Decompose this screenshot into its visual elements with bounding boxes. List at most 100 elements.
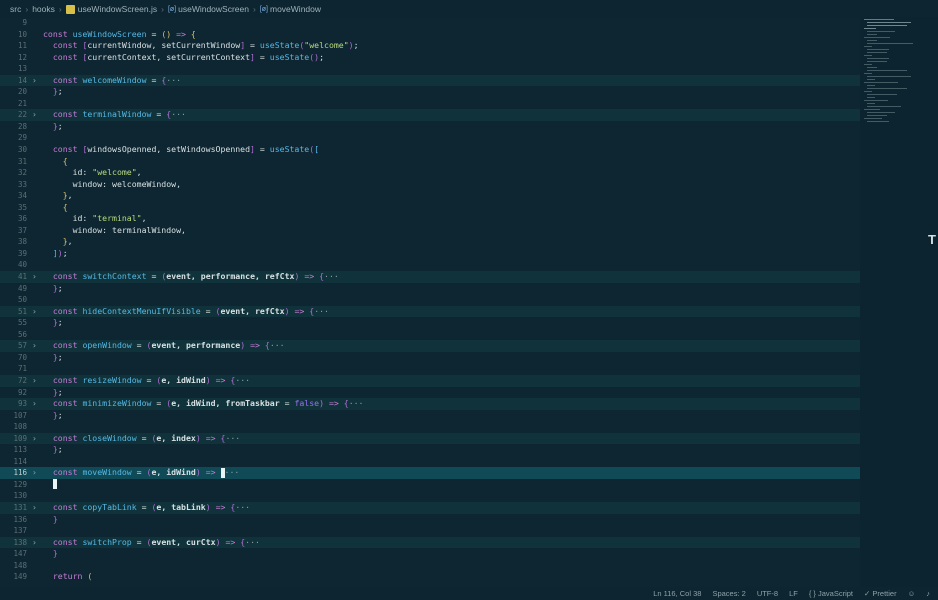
code-text[interactable]: }; [43, 121, 63, 133]
code-line[interactable]: 136 } [0, 514, 860, 526]
language-mode[interactable]: { } JavaScript [809, 589, 853, 598]
line-number[interactable]: 34 [0, 190, 27, 202]
line-number[interactable]: 28 [0, 121, 27, 133]
code-line[interactable]: 72 › const resizeWindow = (e, idWind) => … [0, 374, 860, 387]
line-number[interactable]: 21 [0, 98, 27, 110]
person-icon[interactable]: ☺ [908, 589, 916, 598]
code-line[interactable]: 130 [0, 490, 860, 502]
line-number[interactable]: 93 [0, 398, 27, 410]
code-text[interactable] [43, 479, 57, 491]
code-line[interactable]: 49 }; [0, 283, 860, 295]
code-text[interactable]: const copyTabLink = (e, tabLink) => {··· [43, 502, 250, 514]
code-line[interactable]: 41 › const switchContext = (event, perfor… [0, 271, 860, 283]
code-text[interactable]: return ( [43, 571, 92, 583]
breadcrumb-item-symbol[interactable]: useWindowScreen [178, 4, 249, 14]
fold-chevron-icon[interactable]: › [32, 271, 37, 283]
code-editor[interactable]: 9 10 const useWindowScreen = () => {11 con… [0, 17, 860, 587]
code-line[interactable]: 21 [0, 98, 860, 110]
line-number[interactable]: 148 [0, 560, 27, 572]
code-text[interactable]: const moveWindow = (e, idWind) => ··· [43, 467, 239, 479]
code-text[interactable]: }; [43, 86, 63, 98]
line-number[interactable]: 31 [0, 156, 27, 168]
line-number[interactable]: 29 [0, 132, 27, 144]
code-text[interactable]: }; [43, 410, 63, 422]
code-line[interactable]: 92 }; [0, 387, 860, 399]
code-text[interactable]: const switchProp = (event, curCtx) => {·… [43, 537, 260, 549]
code-line[interactable]: 30 const [windowsOpenned, setWindowsOpen… [0, 144, 860, 156]
code-line[interactable]: 28 }; [0, 121, 860, 133]
code-line[interactable]: 93 › const minimizeWindow = (e, idWind, f… [0, 398, 860, 410]
code-line[interactable]: 55 }; [0, 317, 860, 329]
line-number[interactable]: 57 [0, 340, 27, 352]
code-line[interactable]: 39 ]); [0, 248, 860, 260]
line-number[interactable]: 38 [0, 236, 27, 248]
fold-chevron-icon[interactable]: › [32, 537, 37, 549]
fold-chevron-icon[interactable]: › [32, 75, 37, 87]
line-number[interactable]: 71 [0, 363, 27, 375]
code-line[interactable]: 38 }, [0, 236, 860, 248]
code-line[interactable]: 116 › const moveWindow = (e, idWind) => ·… [0, 467, 860, 479]
code-line[interactable]: 107 }; [0, 410, 860, 422]
line-number[interactable]: 51 [0, 306, 27, 318]
code-line[interactable]: 34 }, [0, 190, 860, 202]
line-number[interactable]: 33 [0, 179, 27, 191]
code-line[interactable]: 13 [0, 63, 860, 75]
encoding[interactable]: UTF-8 [757, 589, 778, 598]
line-number[interactable]: 49 [0, 283, 27, 295]
code-line[interactable]: 50 [0, 294, 860, 306]
line-number[interactable]: 36 [0, 213, 27, 225]
line-number[interactable]: 70 [0, 352, 27, 364]
code-line[interactable]: 31 { [0, 156, 860, 168]
code-line[interactable]: 113 }; [0, 444, 860, 456]
line-number[interactable]: 116 [0, 467, 27, 479]
code-line[interactable]: 114 [0, 456, 860, 468]
minimap[interactable] [860, 17, 938, 587]
line-number[interactable]: 131 [0, 502, 27, 514]
line-number[interactable]: 72 [0, 375, 27, 387]
indentation[interactable]: Spaces: 2 [712, 589, 745, 598]
bell-icon[interactable]: ♪ [926, 589, 930, 598]
code-text[interactable]: { [43, 156, 68, 168]
breadcrumb-item-src[interactable]: src [10, 4, 21, 14]
code-text[interactable]: const resizeWindow = (e, idWind) => {··· [43, 375, 250, 387]
line-number[interactable]: 40 [0, 259, 27, 271]
fold-chevron-icon[interactable]: › [32, 109, 37, 121]
code-line[interactable]: 70 }; [0, 352, 860, 364]
code-text[interactable]: }; [43, 352, 63, 364]
fold-chevron-icon[interactable]: › [32, 467, 37, 479]
scrollbar-marker[interactable]: T [928, 232, 936, 247]
fold-chevron-icon[interactable]: › [32, 375, 37, 387]
code-text[interactable]: const [currentWindow, setCurrentWindow] … [43, 40, 359, 52]
fold-chevron-icon[interactable]: › [32, 340, 37, 352]
line-number[interactable]: 32 [0, 167, 27, 179]
line-number[interactable]: 14 [0, 75, 27, 87]
code-line[interactable]: 138 › const switchProp = (event, curCtx) … [0, 536, 860, 549]
line-number[interactable]: 138 [0, 537, 27, 549]
code-text[interactable]: const hideContextMenuIfVisible = (event,… [43, 306, 329, 318]
code-text[interactable]: window: terminalWindow, [43, 225, 186, 237]
code-line[interactable]: 51 › const hideContextMenuIfVisible = (ev… [0, 305, 860, 318]
fold-chevron-icon[interactable]: › [32, 433, 37, 445]
line-number[interactable]: 137 [0, 525, 27, 537]
code-line[interactable]: 57 › const openWindow = (event, performan… [0, 340, 860, 352]
code-text[interactable]: window: welcomeWindow, [43, 179, 181, 191]
code-text[interactable]: const openWindow = (event, performance) … [43, 340, 285, 352]
code-text[interactable]: const [currentContext, setCurrentContext… [43, 52, 324, 64]
code-line[interactable]: 11 const [currentWindow, setCurrentWindo… [0, 40, 860, 52]
line-number[interactable]: 92 [0, 387, 27, 399]
line-number[interactable]: 35 [0, 202, 27, 214]
line-ending[interactable]: LF [789, 589, 798, 598]
code-text[interactable]: id: "welcome", [43, 167, 142, 179]
fold-chevron-icon[interactable]: › [32, 398, 37, 410]
line-number[interactable]: 130 [0, 490, 27, 502]
code-line[interactable]: 37 window: terminalWindow, [0, 225, 860, 237]
code-line[interactable]: 10 const useWindowScreen = () => { [0, 29, 860, 41]
line-number[interactable]: 12 [0, 52, 27, 64]
line-number[interactable]: 113 [0, 444, 27, 456]
code-line[interactable]: 12 const [currentContext, setCurrentCont… [0, 52, 860, 64]
line-number[interactable]: 41 [0, 271, 27, 283]
line-number[interactable]: 107 [0, 410, 27, 422]
code-text[interactable]: id: "terminal", [43, 213, 147, 225]
code-line[interactable]: 22 › const terminalWindow = {··· [0, 109, 860, 121]
breadcrumb-item-current-symbol[interactable]: moveWindow [270, 4, 321, 14]
